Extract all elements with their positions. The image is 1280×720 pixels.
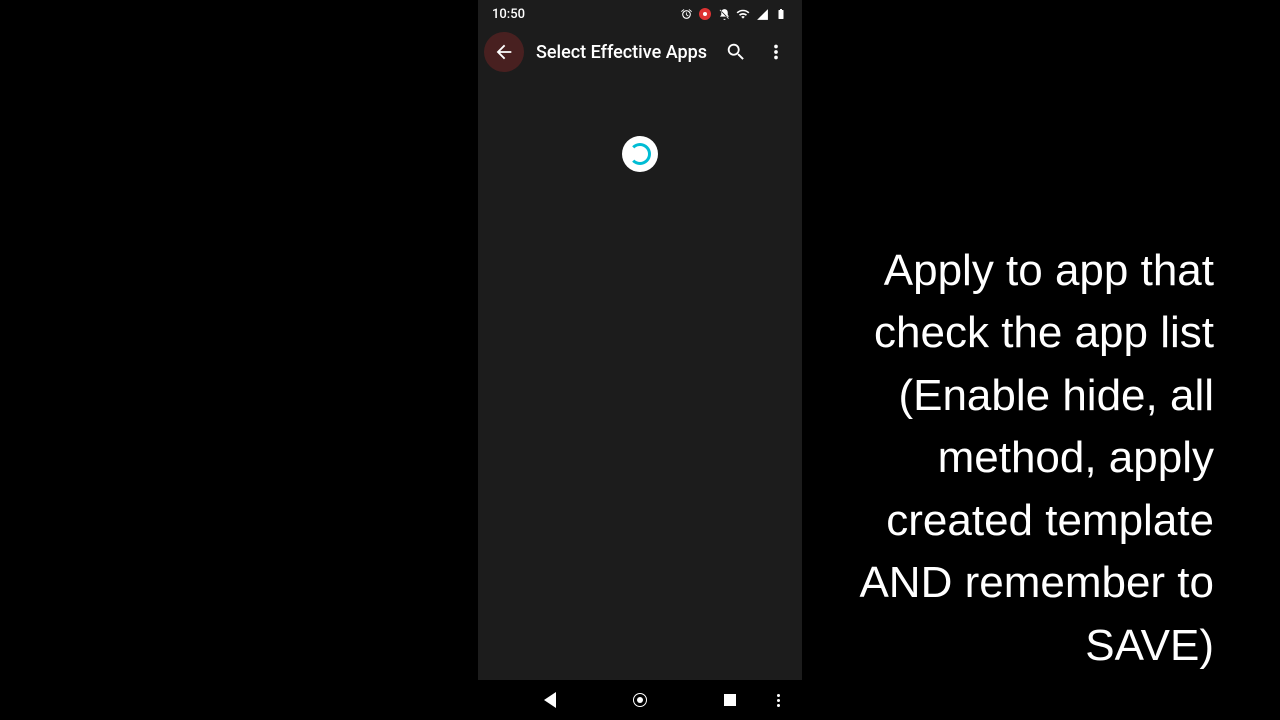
loading-spinner	[622, 136, 658, 172]
navigation-bar	[478, 680, 802, 720]
nav-home-button[interactable]	[630, 690, 650, 710]
dot-icon	[777, 694, 780, 697]
nav-more-button[interactable]	[777, 694, 780, 707]
nav-back-button[interactable]	[540, 690, 560, 710]
search-icon	[725, 41, 747, 63]
nav-back-icon	[544, 692, 556, 708]
annotation-text: Apply to app that check the app list (En…	[834, 240, 1214, 677]
back-button[interactable]	[484, 32, 524, 72]
more-button[interactable]	[756, 32, 796, 72]
nav-home-icon	[633, 693, 647, 707]
battery-icon	[774, 7, 788, 21]
status-time: 10:50	[492, 7, 525, 22]
status-icons-group	[679, 7, 788, 21]
nav-recent-icon	[724, 694, 736, 706]
arrow-back-icon	[493, 41, 515, 63]
dot-icon	[777, 704, 780, 707]
record-icon	[698, 7, 712, 21]
page-title: Select Effective Apps	[536, 42, 716, 63]
signal-icon	[755, 7, 769, 21]
status-bar: 10:50	[478, 0, 802, 28]
app-content	[478, 76, 802, 680]
spinner-ring-icon	[629, 143, 651, 165]
dot-icon	[777, 699, 780, 702]
wifi-icon	[736, 7, 750, 21]
nav-recent-button[interactable]	[720, 690, 740, 710]
dnd-icon	[717, 7, 731, 21]
app-bar: Select Effective Apps	[478, 28, 802, 76]
more-vert-icon	[765, 41, 787, 63]
search-button[interactable]	[716, 32, 756, 72]
phone-frame: 10:50 Select Effective A	[478, 0, 802, 720]
alarm-icon	[679, 7, 693, 21]
